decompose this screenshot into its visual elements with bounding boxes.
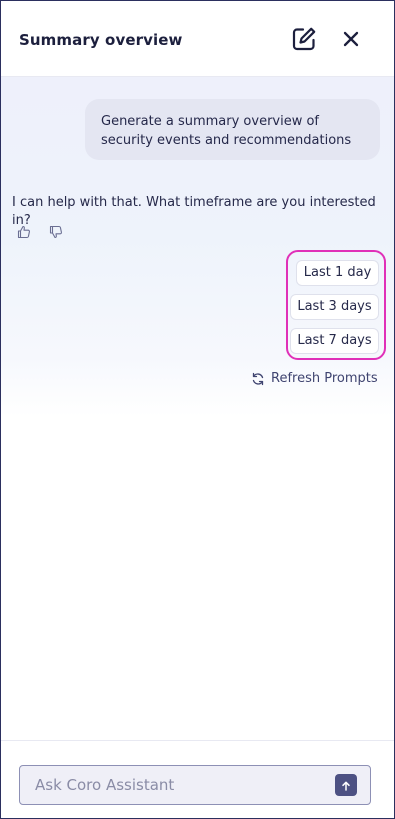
prompt-last-1-day[interactable]: Last 1 day: [296, 260, 379, 286]
composer: [1, 740, 394, 818]
assistant-panel: Summary overview Generate a summary over…: [0, 0, 395, 819]
new-chat-button[interactable]: [290, 27, 318, 55]
close-icon: [343, 31, 359, 51]
thumbs-down-button[interactable]: [48, 225, 64, 241]
message-input-wrapper: [19, 765, 371, 805]
panel-header: Summary overview: [1, 1, 394, 77]
message-input[interactable]: [20, 766, 320, 804]
assistant-message: I can help with that. What timeframe are…: [12, 195, 376, 228]
send-button[interactable]: [335, 774, 357, 796]
thumbs-up-icon: [17, 224, 31, 243]
close-button[interactable]: [337, 27, 365, 55]
user-message-bubble: Generate a summary overview of security …: [85, 99, 380, 160]
refresh-prompts-button[interactable]: Refresh Prompts: [251, 371, 378, 386]
refresh-icon: [251, 372, 265, 386]
panel-title: Summary overview: [19, 31, 183, 49]
refresh-prompts-label: Refresh Prompts: [271, 371, 378, 386]
edit-square-icon: [291, 26, 317, 56]
thumbs-down-icon: [49, 224, 63, 243]
thumbs-up-button[interactable]: [16, 225, 32, 241]
chat-area[interactable]: Generate a summary overview of security …: [1, 77, 394, 740]
prompt-last-3-days[interactable]: Last 3 days: [290, 294, 379, 320]
arrow-up-icon: [341, 776, 351, 795]
prompt-last-7-days[interactable]: Last 7 days: [290, 328, 379, 354]
